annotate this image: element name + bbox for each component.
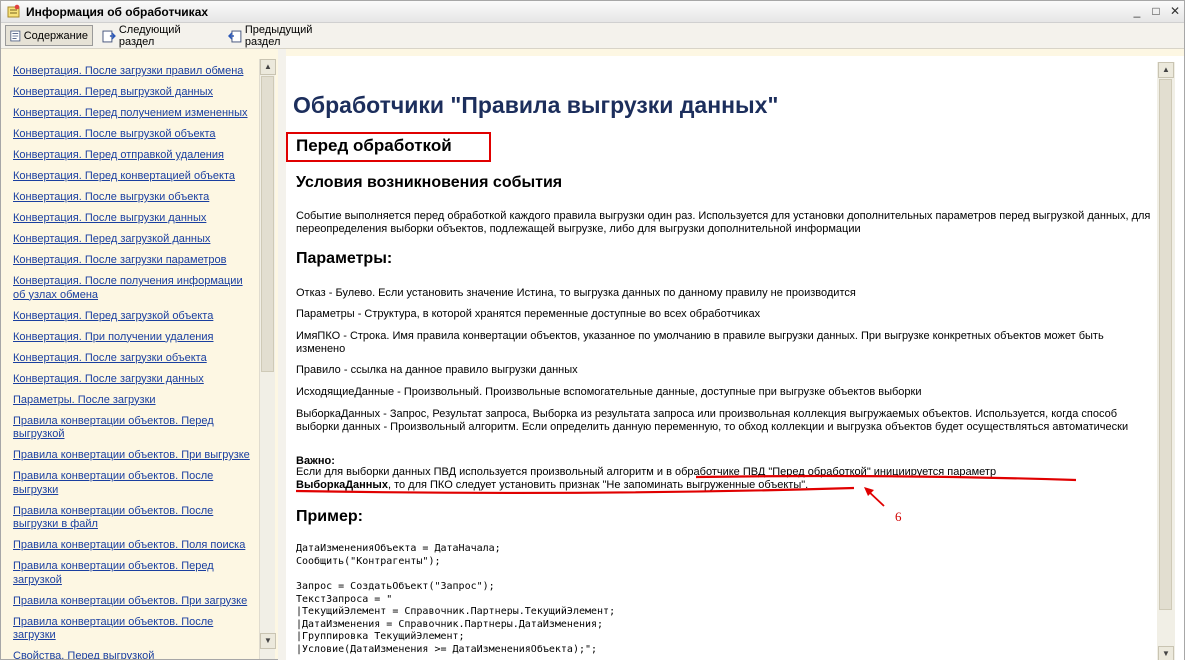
section-title: Перед обработкой	[296, 136, 452, 155]
contents-link[interactable]: Конвертация. После выгрузкой объекта	[13, 128, 255, 142]
contents-link[interactable]: Конвертация. После загрузки правил обмен…	[13, 65, 255, 79]
next-section-icon	[102, 30, 116, 42]
contents-link[interactable]: Параметры. После загрузки	[13, 394, 255, 408]
contents-link[interactable]: Конвертация. Перед загрузкой данных	[13, 233, 255, 247]
param-item: ВыборкаДанных - Запрос, Результат запрос…	[296, 408, 1129, 433]
important-rest: , то для ПКО следует установить признак …	[387, 479, 809, 491]
contents-link[interactable]: Конвертация. После загрузки данных	[13, 373, 255, 387]
contents-link[interactable]: Правила конвертации объектов. При выгруз…	[13, 449, 255, 463]
help-content: Обработчики "Правила выгрузки данных" Пе…	[286, 56, 1184, 660]
param-item: Отказ - Булево. Если установить значение…	[296, 287, 856, 299]
contents-link[interactable]: Конвертация. При получении удаления	[13, 331, 255, 345]
next-section-label: Следующий раздел	[118, 23, 181, 48]
scroll-down-arrow-icon[interactable]: ▼	[260, 633, 276, 649]
code-block: Запрос = СоздатьОбъект("Запрос"); ТекстЗ…	[296, 581, 616, 655]
contents-link[interactable]: Правила конвертации объектов. После выгр…	[13, 505, 255, 532]
scroll-thumb[interactable]	[261, 76, 274, 372]
event-description: Событие выполняется перед обработкой каж…	[296, 210, 1151, 235]
important-text: Если для выборки данных ПВД используется…	[296, 466, 997, 478]
example-heading: Пример:	[296, 508, 363, 525]
contents-button[interactable]: Содержание	[5, 25, 93, 46]
contents-link[interactable]: Правила конвертации объектов. Поля поиск…	[13, 539, 255, 553]
page-title: Обработчики "Правила выгрузки данных"	[293, 92, 779, 118]
prev-section-button[interactable]: Предыдущий раздел	[224, 23, 354, 48]
scroll-thumb[interactable]	[1159, 79, 1172, 610]
prev-section-label: Предыдущий раздел	[244, 23, 313, 48]
contents-link[interactable]: Правила конвертации объектов. Перед выгр…	[13, 415, 255, 442]
params-heading: Параметры:	[296, 250, 393, 267]
contents-link[interactable]: Конвертация. После выгрузки объекта	[13, 191, 255, 205]
prev-section-icon	[228, 30, 242, 42]
contents-panel: Конвертация. После загрузки правил обмен…	[5, 59, 277, 659]
app-icon	[7, 4, 20, 18]
contents-icon	[10, 30, 21, 41]
important-text-2: ВыборкаДанных, то для ПКО следует устано…	[296, 479, 1151, 492]
scroll-up-arrow-icon[interactable]: ▲	[1158, 62, 1174, 78]
contents-link[interactable]: Правила конвертации объектов. После выгр…	[13, 470, 255, 497]
minimize-button[interactable]: _	[1128, 4, 1146, 20]
param-item: ИсходящиеДанные - Произвольный. Произвол…	[296, 386, 922, 398]
contents-link[interactable]: Конвертация. После загрузки объекта	[13, 352, 255, 366]
help-window: Информация об обработчиках _ □ ✕ Содержа…	[0, 0, 1185, 660]
param-item: ИмяПКО - Строка. Имя правила конвертации…	[296, 330, 1104, 355]
close-button[interactable]: ✕	[1166, 4, 1184, 20]
maximize-button[interactable]: □	[1147, 4, 1165, 20]
contents-link[interactable]: Правила конвертации объектов. Перед загр…	[13, 560, 255, 587]
contents-link[interactable]: Конвертация. Перед загрузкой объекта	[13, 310, 255, 324]
contents-link[interactable]: Правила конвертации объектов. При загруз…	[13, 595, 255, 609]
title-bar: Информация об обработчиках _ □ ✕	[1, 1, 1184, 23]
toolbar: Содержание Следующий раздел Предыдущий р…	[1, 23, 1184, 49]
contents-list: Конвертация. После загрузки правил обмен…	[13, 65, 255, 659]
code-block: ДатаИзмененияОбъекта = ДатаНачала; Сообщ…	[296, 543, 501, 567]
param-item: Правило - ссылка на данное правило выгру…	[296, 364, 578, 376]
contents-link[interactable]: Конвертация. После получения информации …	[13, 275, 255, 302]
conditions-heading: Условия возникновения события	[296, 174, 563, 191]
contents-scrollbar[interactable]: ▲ ▼	[259, 59, 276, 659]
contents-link[interactable]: Конвертация. Перед выгрузкой данных	[13, 86, 255, 100]
panel-splitter[interactable]	[278, 49, 286, 660]
contents-label: Содержание	[23, 29, 88, 42]
contents-link[interactable]: Конвертация. Перед получением измененных	[13, 107, 255, 121]
contents-link[interactable]: Конвертация. Перед конвертацией объекта	[13, 170, 255, 184]
window-title: Информация об обработчиках	[26, 5, 209, 19]
contents-link[interactable]: Правила конвертации объектов. После загр…	[13, 616, 255, 643]
next-section-button[interactable]: Следующий раздел	[98, 23, 222, 48]
content-scrollbar[interactable]: ▲ ▼	[1157, 62, 1175, 660]
contents-link[interactable]: Конвертация. Перед отправкой удаления	[13, 149, 255, 163]
contents-link[interactable]: Конвертация. После загрузки параметров	[13, 254, 255, 268]
param-item: Параметры - Структура, в которой хранятс…	[296, 308, 761, 320]
contents-link[interactable]: Конвертация. После выгрузки данных	[13, 212, 255, 226]
contents-link[interactable]: Свойства. Перед выгрузкой	[13, 650, 255, 659]
scroll-up-arrow-icon[interactable]: ▲	[260, 59, 276, 75]
important-keyword: ВыборкаДанных	[296, 479, 388, 491]
scroll-down-arrow-icon[interactable]: ▼	[1158, 646, 1174, 660]
